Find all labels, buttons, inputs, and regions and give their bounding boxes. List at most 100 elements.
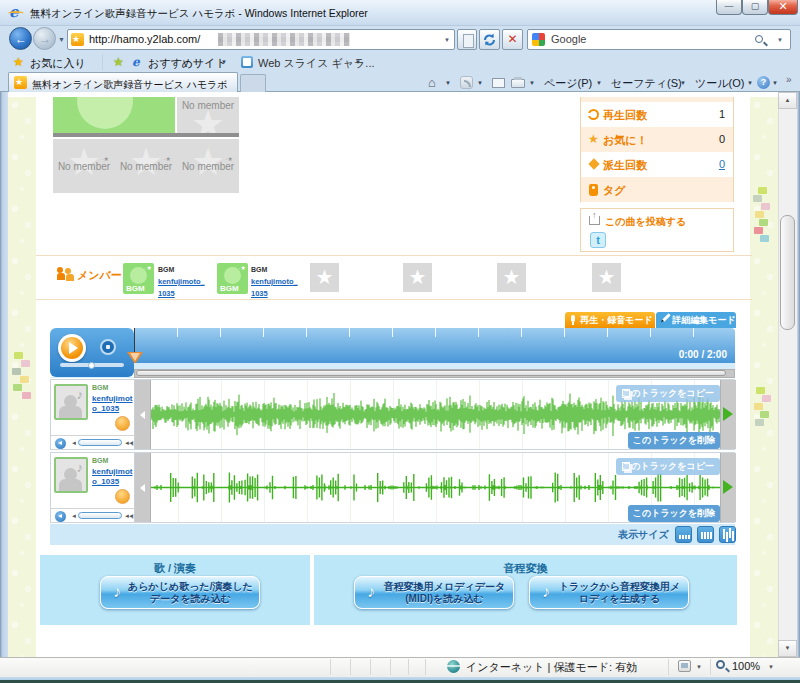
web-slice-dropdown-icon[interactable]: ▼ bbox=[355, 59, 361, 65]
play-button[interactable] bbox=[58, 334, 86, 362]
speaker-icon[interactable] bbox=[55, 438, 66, 449]
scroll-down-button[interactable]: ▼ bbox=[778, 640, 797, 657]
search-dropdown-icon[interactable]: ▼ bbox=[777, 37, 783, 43]
rss-feed-icon[interactable] bbox=[460, 76, 473, 89]
track-avatar[interactable] bbox=[54, 384, 88, 420]
volume-decrease-icon[interactable]: ◄ bbox=[71, 440, 77, 446]
track-avatar[interactable] bbox=[54, 457, 88, 493]
address-bar[interactable]: http://hamo.y2lab.com/ ▼ bbox=[67, 29, 455, 50]
wave-zoom-small-button[interactable] bbox=[675, 526, 692, 543]
window-title: 無料オンライン歌声録音サービス ハモラボ - Windows Internet … bbox=[30, 7, 368, 21]
track-record-button[interactable] bbox=[115, 489, 130, 504]
stats-row-tags: タグ bbox=[581, 177, 733, 202]
forward-button[interactable]: → bbox=[33, 27, 56, 50]
browser-tab[interactable]: 無料オンライン歌声録音サービス ハモラボ bbox=[8, 72, 238, 92]
zoom-magnifier-icon[interactable] bbox=[716, 660, 725, 669]
url-censored-mosaic bbox=[218, 33, 350, 46]
track-left-handle[interactable] bbox=[135, 380, 151, 449]
twitter-icon[interactable]: t bbox=[590, 232, 606, 248]
zoom-dropdown-icon[interactable]: ▼ bbox=[768, 664, 774, 670]
track-owner-link[interactable]: kenfujimoto_1035 bbox=[92, 394, 134, 414]
minimize-button[interactable]: — bbox=[716, 0, 742, 15]
generate-melody-button[interactable]: ♪ トラックから音程変換用メロディを生成する bbox=[529, 576, 689, 609]
track-owner-link[interactable]: kenfujimoto_1035 bbox=[92, 467, 134, 487]
page-menu-dropdown-icon[interactable]: ▼ bbox=[596, 80, 602, 86]
vertical-scrollbar-thumb[interactable] bbox=[780, 215, 795, 330]
refresh-button[interactable] bbox=[479, 29, 500, 50]
favorites-star-icon[interactable]: ★ bbox=[13, 55, 24, 69]
volume-max-icon[interactable]: ◄◄| bbox=[124, 440, 131, 446]
search-box[interactable]: Google ▼ bbox=[527, 29, 791, 50]
member-avatar[interactable]: ·★BGM bbox=[217, 263, 248, 294]
history-dropdown-icon[interactable]: ▼ bbox=[58, 36, 65, 43]
member-name-link[interactable]: kenfujimoto_1035 bbox=[251, 277, 298, 298]
track-left-handle[interactable] bbox=[135, 453, 151, 522]
track-record-button[interactable] bbox=[115, 416, 130, 431]
help-icon[interactable]: ? bbox=[757, 76, 770, 89]
home-dropdown-icon[interactable]: ▼ bbox=[445, 80, 451, 86]
site-favicon bbox=[71, 33, 84, 46]
copy-track-button[interactable]: このトラックをコピー bbox=[616, 458, 720, 475]
vertical-scrollbar[interactable] bbox=[778, 92, 797, 657]
zoom-level-label[interactable]: 100% bbox=[732, 660, 760, 672]
url-text: http://hamo.y2lab.com/ bbox=[89, 33, 200, 45]
wave-zoom-medium-button[interactable] bbox=[697, 526, 714, 543]
suggested-sites-icon: e bbox=[132, 55, 140, 69]
read-mail-icon[interactable] bbox=[492, 78, 505, 88]
volume-max-icon[interactable]: ◄◄| bbox=[124, 513, 131, 519]
close-button[interactable]: ✕ bbox=[768, 0, 798, 15]
member-name-link[interactable]: kenfujimoto_1035 bbox=[158, 277, 205, 298]
print-icon[interactable] bbox=[511, 79, 525, 88]
home-icon[interactable]: ⌂ bbox=[428, 75, 436, 90]
stats-row-favorites: ★ お気に！ 0 bbox=[581, 127, 733, 152]
page-menu[interactable]: ページ(P) bbox=[544, 76, 592, 91]
delete-track-button[interactable]: このトラックを削除 bbox=[628, 432, 720, 449]
address-dropdown-icon[interactable]: ▼ bbox=[444, 37, 450, 43]
member-avatar[interactable]: ·★BGM bbox=[123, 263, 154, 294]
protected-mode-dropdown-icon[interactable]: ▼ bbox=[696, 664, 702, 670]
copy-track-button[interactable]: このトラックをコピー bbox=[616, 385, 720, 402]
safety-menu-dropdown-icon[interactable]: ▼ bbox=[680, 80, 686, 86]
back-button[interactable]: ← bbox=[9, 27, 32, 50]
stop-button[interactable]: ✕ bbox=[502, 29, 523, 50]
search-magnifier-icon[interactable] bbox=[755, 35, 763, 43]
maximize-button[interactable]: ▢ bbox=[742, 0, 768, 15]
track-volume-slider[interactable] bbox=[78, 512, 122, 519]
load-recorded-data-button[interactable]: ♪ あらかじめ歌った/演奏したデータを読み込む bbox=[100, 576, 260, 609]
delete-track-button[interactable]: このトラックを削除 bbox=[628, 505, 720, 522]
compatibility-view-button[interactable] bbox=[457, 29, 477, 50]
tools-menu-dropdown-icon[interactable]: ▼ bbox=[747, 80, 753, 86]
print-dropdown-icon[interactable]: ▼ bbox=[529, 80, 535, 86]
no-member-label: No member bbox=[115, 161, 177, 172]
more-commands-chevron[interactable]: » bbox=[786, 74, 792, 85]
stop-playback-button[interactable] bbox=[100, 339, 116, 355]
title-bar: e 無料オンライン歌声録音サービス ハモラボ - Windows Interne… bbox=[0, 0, 800, 26]
play-record-mode-tab[interactable]: 再生・録音モード bbox=[565, 312, 655, 328]
scroll-up-button[interactable]: ▲ bbox=[778, 92, 797, 109]
volume-knob[interactable] bbox=[88, 362, 95, 369]
member-bar-label: メンバー bbox=[77, 268, 122, 283]
safety-menu[interactable]: セーフティ(S) bbox=[611, 76, 682, 91]
member-grid-avatar[interactable] bbox=[53, 97, 175, 133]
share-song-link[interactable]: この曲を投稿する bbox=[605, 215, 686, 229]
protected-mode-icon[interactable] bbox=[678, 660, 691, 672]
tools-menu[interactable]: ツール(O) bbox=[695, 76, 744, 91]
detail-edit-mode-tab[interactable]: 詳細編集モード bbox=[656, 312, 736, 328]
timeline-ruler[interactable]: 0:00 / 2:00 bbox=[134, 328, 735, 363]
suggested-sites-dropdown-icon[interactable]: ▼ bbox=[221, 59, 227, 65]
new-tab-stub[interactable] bbox=[240, 74, 266, 92]
stat-value-link[interactable]: 0 bbox=[719, 158, 725, 170]
volume-decrease-icon[interactable]: ◄ bbox=[71, 513, 77, 519]
add-favorite-icon[interactable]: ★ bbox=[113, 55, 124, 69]
speaker-icon[interactable] bbox=[55, 511, 66, 522]
help-dropdown-icon[interactable]: ▼ bbox=[772, 80, 778, 86]
wave-zoom-large-button[interactable] bbox=[719, 526, 736, 543]
favorites-label[interactable]: お気に入り bbox=[30, 56, 86, 71]
rss-dropdown-icon[interactable]: ▼ bbox=[477, 80, 483, 86]
timeline-scrollbar-thumb[interactable] bbox=[136, 370, 726, 376]
suggested-sites-label[interactable]: おすすめサイト bbox=[148, 56, 227, 71]
load-midi-button[interactable]: ♪ 音程変換用メロディデータ(MIDI)を読み込む bbox=[354, 576, 514, 609]
member-grid-empty-slot: ★ No member ·★ bbox=[53, 139, 115, 193]
master-volume-slider[interactable] bbox=[60, 363, 124, 367]
track-volume-slider[interactable] bbox=[78, 439, 122, 446]
